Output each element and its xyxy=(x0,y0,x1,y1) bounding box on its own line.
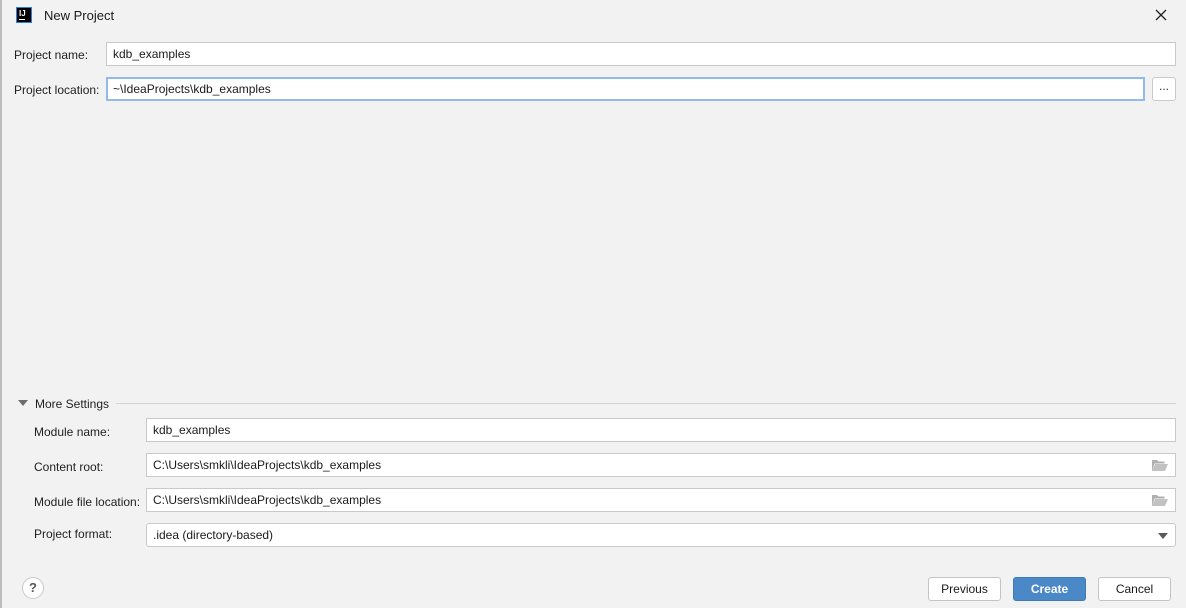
expand-triangle-icon xyxy=(18,400,28,406)
project-location-input[interactable]: ~\IdeaProjects\kdb_examples xyxy=(106,77,1145,101)
previous-button[interactable]: Previous xyxy=(928,577,1001,601)
project-format-label: Project format: xyxy=(34,527,113,541)
folder-open-icon[interactable] xyxy=(1152,459,1168,471)
project-format-select[interactable]: .idea (directory-based) xyxy=(146,523,1176,547)
section-divider xyxy=(116,403,1176,404)
project-name-label: Project name: xyxy=(14,48,89,62)
cancel-button[interactable]: Cancel xyxy=(1098,577,1171,601)
module-file-location-value: C:\Users\smkli\IdeaProjects\kdb_examples xyxy=(153,493,382,507)
help-button[interactable]: ? xyxy=(22,577,44,599)
content-root-input[interactable]: C:\Users\smkli\IdeaProjects\kdb_examples xyxy=(146,453,1176,477)
more-settings-label: More Settings xyxy=(35,397,110,411)
content-root-label: Content root: xyxy=(34,460,104,474)
new-project-dialog: IJ New Project Project name: kdb_example… xyxy=(0,0,1186,608)
close-icon xyxy=(1155,9,1167,21)
module-name-input[interactable]: kdb_examples xyxy=(146,418,1176,442)
chevron-down-icon xyxy=(1158,533,1168,539)
project-format-value: .idea (directory-based) xyxy=(153,528,274,542)
module-name-label: Module name: xyxy=(34,425,111,439)
close-button[interactable] xyxy=(1152,6,1170,24)
browse-location-button[interactable]: ... xyxy=(1152,77,1176,101)
module-file-location-input[interactable]: C:\Users\smkli\IdeaProjects\kdb_examples xyxy=(146,488,1176,512)
dialog-title: New Project xyxy=(44,8,115,23)
title-bar: IJ New Project xyxy=(2,0,1186,32)
project-location-label: Project location: xyxy=(14,83,100,97)
create-button[interactable]: Create xyxy=(1013,577,1086,601)
folder-open-icon[interactable] xyxy=(1152,494,1168,506)
intellij-idea-icon: IJ xyxy=(16,7,32,23)
module-file-location-label: Module file location: xyxy=(34,495,141,509)
project-name-input[interactable]: kdb_examples xyxy=(106,42,1176,66)
content-root-value: C:\Users\smkli\IdeaProjects\kdb_examples xyxy=(153,458,382,472)
